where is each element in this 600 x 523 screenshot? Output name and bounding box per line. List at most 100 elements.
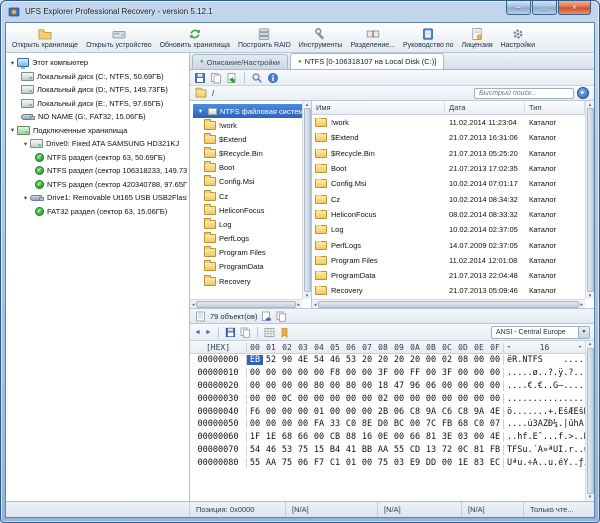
hex-byte[interactable]: 96	[407, 381, 423, 391]
hex-byte[interactable]: 55	[391, 445, 407, 455]
hex-byte[interactable]: 53	[343, 355, 359, 365]
expander-icon[interactable]: ▾	[8, 126, 17, 134]
hex-byte[interactable]: 4E	[487, 432, 503, 442]
hex-byte[interactable]: 4E	[295, 355, 311, 365]
hex-byte[interactable]: 00	[471, 355, 487, 365]
hex-byte[interactable]: 90	[279, 355, 295, 365]
hex-byte[interactable]: 00	[455, 381, 471, 391]
hex-byte[interactable]: F8	[327, 368, 343, 378]
hex-byte[interactable]: 2B	[375, 407, 391, 417]
scroll-down-icon[interactable]: ▼	[588, 293, 592, 298]
tree-folder[interactable]: $Recycle.Bin	[193, 146, 302, 160]
ascii-left-arrow-icon[interactable]: ◄	[507, 344, 510, 350]
hex-byte[interactable]: 00	[247, 381, 263, 391]
license-button[interactable]: Лицензия	[458, 24, 497, 51]
hex-byte[interactable]: 0C	[455, 445, 471, 455]
hex-byte[interactable]: 00	[423, 368, 439, 378]
hex-byte[interactable]: 00	[247, 368, 263, 378]
hex-byte[interactable]: C8	[407, 407, 423, 417]
hex-byte[interactable]: 01	[343, 458, 359, 468]
hex-byte[interactable]: 3F	[375, 368, 391, 378]
tab-ntfs-partition[interactable]: ● NTFS [0-106318107 на Local Disk (C:)]	[290, 53, 445, 69]
hex-byte[interactable]: 00	[487, 394, 503, 404]
hex-byte[interactable]: AA	[263, 458, 279, 468]
tree-folder[interactable]: !work	[193, 118, 302, 132]
hex-byte[interactable]: 00	[407, 394, 423, 404]
hex-byte[interactable]: 00	[263, 381, 279, 391]
tree-folder[interactable]: Config.Msi	[193, 175, 302, 189]
sidebar-item-disk-g[interactable]: NO NAME (G:, FAT32, 15.06ГБ)	[8, 110, 187, 124]
hex-byte[interactable]: 00	[359, 381, 375, 391]
hex-byte[interactable]: 00	[311, 368, 327, 378]
horizontal-scrollbar[interactable]: ◄ ►	[312, 299, 585, 308]
hex-byte[interactable]: AA	[375, 445, 391, 455]
scroll-up-icon[interactable]: ▲	[589, 342, 592, 347]
hex-byte[interactable]: 00	[279, 381, 295, 391]
search-files-icon[interactable]	[251, 72, 263, 84]
scroll-left-icon[interactable]: ◄	[191, 302, 195, 307]
hex-byte[interactable]: 20	[407, 355, 423, 365]
hex-byte[interactable]: 72	[439, 445, 455, 455]
sidebar-item-disk-d[interactable]: Локальный диск (D:, NTFS, 149.73ГБ)	[8, 83, 187, 97]
hex-byte[interactable]: 00	[439, 381, 455, 391]
build-raid-button[interactable]: Построить RAID	[234, 24, 295, 51]
hex-byte[interactable]: 00	[439, 394, 455, 404]
table-row[interactable]: Program Files 11.02.2014 12:01:08 Каталог	[312, 253, 585, 268]
hex-byte[interactable]: 00	[487, 381, 503, 391]
hex-byte[interactable]: 54	[247, 445, 263, 455]
hex-byte[interactable]: 80	[311, 381, 327, 391]
hex-byte[interactable]: 15	[311, 445, 327, 455]
info-icon[interactable]	[267, 72, 279, 84]
hex-byte[interactable]: 00	[423, 355, 439, 365]
hex-byte[interactable]: 00	[391, 394, 407, 404]
table-row[interactable]: !work 11.02.2014 11:23:04 Каталог	[312, 115, 585, 130]
tree-folder[interactable]: Program Files	[193, 246, 302, 260]
hex-byte[interactable]: 00	[295, 381, 311, 391]
hex-byte[interactable]: 00	[295, 419, 311, 429]
hex-save-icon[interactable]	[225, 327, 236, 338]
expander-icon[interactable]: ▾	[21, 140, 30, 148]
hex-byte[interactable]: 20	[359, 355, 375, 365]
scroll-down-icon[interactable]: ▼	[305, 293, 309, 298]
hex-byte[interactable]: 00	[327, 381, 343, 391]
refresh-storages-button[interactable]: Обновить хранилища	[156, 24, 234, 51]
hex-byte[interactable]: EB	[247, 355, 263, 366]
fs-root-node[interactable]: ▾ NTFS файловая система	[193, 104, 302, 118]
scroll-right-icon[interactable]: ►	[580, 302, 584, 307]
hex-byte[interactable]: 00	[343, 394, 359, 404]
tree-folder[interactable]: HeliconFocus	[193, 203, 302, 217]
scrollbar-thumb[interactable]	[586, 348, 594, 494]
hex-byte[interactable]: 00	[359, 394, 375, 404]
tools-button[interactable]: Инструменты	[295, 24, 347, 51]
hex-byte[interactable]: 07	[487, 419, 503, 429]
hex-byte[interactable]: 00	[279, 368, 295, 378]
table-row[interactable]: $Recycle.Bin 21.07.2013 05:25:20 Каталог	[312, 146, 585, 161]
hex-byte[interactable]: EC	[487, 458, 503, 468]
sidebar-item-partition[interactable]: ✓ NTFS раздел (сектор 63, 50.69ГБ)	[8, 151, 187, 165]
scrollbar-thumb[interactable]	[318, 300, 579, 308]
hex-byte[interactable]: 00	[391, 368, 407, 378]
hex-copy-icon[interactable]	[240, 327, 251, 338]
save-icon[interactable]	[194, 72, 206, 84]
column-header-name[interactable]: Имя	[312, 101, 445, 114]
hex-byte[interactable]: 00	[343, 368, 359, 378]
hex-byte[interactable]: 3E	[439, 432, 455, 442]
hex-byte[interactable]: 00	[327, 394, 343, 404]
hex-byte[interactable]: 02	[375, 394, 391, 404]
hex-byte[interactable]: 75	[295, 445, 311, 455]
ascii-right-arrow-icon[interactable]: ►	[579, 344, 582, 350]
hex-byte[interactable]: 16	[359, 432, 375, 442]
hex-byte[interactable]: 00	[343, 407, 359, 417]
table-row[interactable]: ProgramData 21.07.2013 22:04:48 Каталог	[312, 268, 585, 283]
hex-byte[interactable]: F7	[311, 458, 327, 468]
hex-byte[interactable]: 00	[311, 432, 327, 442]
hex-byte[interactable]: 00	[263, 394, 279, 404]
title-bar[interactable]: UFS Explorer Professional Recovery - ver…	[1, 1, 599, 22]
hex-byte[interactable]: BB	[359, 445, 375, 455]
hex-forward-icon[interactable]: ►	[205, 329, 212, 336]
hex-byte[interactable]: 81	[471, 445, 487, 455]
table-row[interactable]: Recovery 21.07.2013 05:09:46 Каталог	[312, 283, 585, 298]
hex-byte[interactable]: 00	[279, 407, 295, 417]
hex-byte[interactable]: C0	[471, 419, 487, 429]
hex-byte[interactable]: 9A	[471, 407, 487, 417]
